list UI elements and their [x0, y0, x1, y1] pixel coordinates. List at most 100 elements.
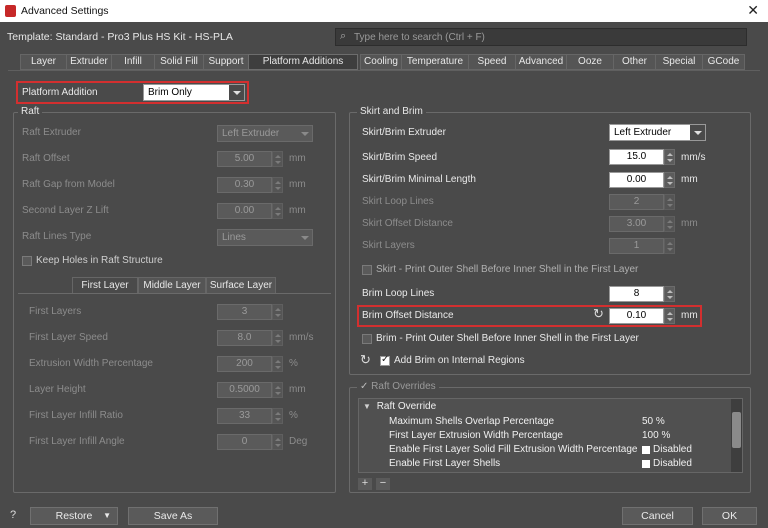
subtab-surface-layer[interactable]: Surface Layer [206, 277, 276, 294]
infill-angle-stepper[interactable] [272, 434, 283, 450]
brim-loop-lines-field[interactable]: 8 [609, 286, 664, 302]
tab-extruder[interactable]: Extruder [66, 54, 112, 70]
raft-overrides-check-icon[interactable]: ✓ [360, 381, 368, 392]
skirt-offset-label: Skirt Offset Distance [362, 218, 453, 229]
add-brim-checkbox[interactable] [380, 354, 390, 366]
tab-other[interactable]: Other [613, 54, 656, 70]
skirt-extruder-select[interactable]: Left Extruder [609, 124, 706, 141]
skirt-offset-field[interactable]: 3.00 [609, 216, 664, 232]
close-icon[interactable]: ✕ [747, 2, 759, 19]
tab-special[interactable]: Special [655, 54, 703, 70]
tree-row[interactable]: Maximum Shells Overlap Percentage 50 % [359, 416, 731, 430]
tab-support[interactable]: Support [203, 54, 249, 70]
expand-arrow-icon[interactable]: ▼ [363, 402, 371, 411]
tab-solid-fill[interactable]: Solid Fill [154, 54, 204, 70]
brim-offset-unit: mm [681, 310, 698, 321]
platform-addition-label: Platform Addition [22, 87, 98, 98]
raft-offset-stepper[interactable] [272, 151, 283, 167]
subtab-middle-layer[interactable]: Middle Layer [138, 277, 206, 294]
row-checkbox[interactable] [642, 460, 650, 468]
raft-gap-stepper[interactable] [272, 177, 283, 193]
layer-height-unit: mm [289, 384, 306, 395]
extrusion-width-stepper[interactable] [272, 356, 283, 372]
second-z-field[interactable]: 0.00 [217, 203, 272, 219]
raft-gap-label: Raft Gap from Model [22, 179, 115, 190]
window-title: Advanced Settings [21, 5, 109, 17]
raft-lines-type-select[interactable]: Lines [217, 229, 313, 246]
tree-row-value: 100 % [642, 430, 671, 441]
overrides-scroll-thumb[interactable] [732, 412, 741, 448]
second-z-stepper[interactable] [272, 203, 283, 219]
extrusion-width-field[interactable]: 200 [217, 356, 272, 372]
skirt-extruder-label: Skirt/Brim Extruder [362, 127, 446, 138]
tree-row[interactable]: Enable First Layer Shells Disabled [359, 458, 731, 472]
row-checkbox[interactable] [642, 446, 650, 454]
tab-gcode[interactable]: GCode [702, 54, 745, 70]
tab-layer[interactable]: Layer [20, 54, 67, 70]
subtab-first-layer[interactable]: First Layer [72, 277, 138, 294]
tree-row-value: Disabled [653, 458, 692, 469]
min-length-field[interactable]: 0.00 [609, 172, 664, 188]
skirt-speed-field[interactable]: 15.0 [609, 149, 664, 165]
skirt-loop-lines-field[interactable]: 2 [609, 194, 664, 210]
first-layers-field[interactable]: 3 [217, 304, 272, 320]
tab-platform-additions[interactable]: Platform Additions [248, 54, 358, 70]
skirt-layers-label: Skirt Layers [362, 240, 415, 251]
template-label: Template: Standard - Pro3 Plus HS Kit - … [7, 31, 233, 43]
reset-icon[interactable]: ↻ [360, 352, 371, 368]
skirt-layers-field[interactable]: 1 [609, 238, 664, 254]
infill-angle-label: First Layer Infill Angle [29, 436, 125, 447]
tab-temperature[interactable]: Temperature [401, 54, 469, 70]
tab-infill[interactable]: Infill [111, 54, 155, 70]
skirt-speed-stepper[interactable] [664, 149, 675, 165]
brim-outer-shell-checkbox[interactable] [362, 334, 372, 344]
layer-height-field[interactable]: 0.5000 [217, 382, 272, 398]
ok-button[interactable]: OK [702, 507, 757, 525]
infill-ratio-stepper[interactable] [272, 408, 283, 424]
tab-speed[interactable]: Speed [468, 54, 516, 70]
platform-addition-select[interactable]: Brim Only [143, 84, 245, 101]
brim-offset-field[interactable]: 0.10 [609, 308, 664, 324]
keep-holes-checkbox[interactable] [22, 256, 32, 266]
tree-group-row[interactable]: ▼ Raft Override [363, 401, 735, 415]
tab-advanced[interactable]: Advanced [515, 54, 567, 70]
remove-override-button[interactable]: − [376, 478, 390, 490]
infill-angle-field[interactable]: 0 [217, 434, 272, 450]
chevron-down-icon [297, 126, 312, 141]
infill-angle-unit: Deg [289, 436, 308, 447]
save-as-button[interactable]: Save As [128, 507, 218, 525]
tab-ooze[interactable]: Ooze [566, 54, 614, 70]
tab-panel-border [8, 70, 760, 71]
brim-loop-lines-stepper[interactable] [664, 286, 675, 302]
raft-offset-field[interactable]: 5.00 [217, 151, 272, 167]
skirt-outer-shell-checkbox[interactable] [362, 265, 372, 275]
tree-row[interactable]: Enable First Layer Solid Fill Extrusion … [359, 444, 731, 458]
skirt-loop-lines-stepper[interactable] [664, 194, 675, 210]
min-length-stepper[interactable] [664, 172, 675, 188]
layer-height-stepper[interactable] [272, 382, 283, 398]
tab-cooling[interactable]: Cooling [360, 54, 402, 70]
tree-row-name: Enable First Layer Solid Fill Extrusion … [389, 444, 638, 455]
first-layers-stepper[interactable] [272, 304, 283, 320]
search-input[interactable]: ⌕ Type here to search (Ctrl + F) [335, 28, 747, 46]
first-speed-field[interactable]: 8.0 [217, 330, 272, 346]
infill-ratio-field[interactable]: 33 [217, 408, 272, 424]
add-override-button[interactable]: + [358, 478, 372, 490]
reset-icon[interactable]: ↻ [593, 306, 604, 322]
first-speed-stepper[interactable] [272, 330, 283, 346]
cancel-button[interactable]: Cancel [622, 507, 693, 525]
first-speed-unit: mm/s [289, 332, 314, 343]
infill-ratio-unit: % [289, 410, 298, 421]
skirt-brim-title: Skirt and Brim [357, 106, 426, 117]
raft-lines-type-label: Raft Lines Type [22, 231, 92, 242]
brim-outer-shell-label: Brim - Print Outer Shell Before Inner Sh… [376, 333, 639, 344]
skirt-offset-stepper[interactable] [664, 216, 675, 232]
restore-button[interactable]: Restore ▼ [30, 507, 118, 525]
tree-row[interactable]: First Layer Extrusion Width Percentage 1… [359, 430, 731, 444]
help-icon[interactable]: ? [10, 509, 16, 521]
raft-gap-field[interactable]: 0.30 [217, 177, 272, 193]
skirt-layers-stepper[interactable] [664, 238, 675, 254]
brim-offset-stepper[interactable] [664, 308, 675, 324]
raft-extruder-select[interactable]: Left Extruder [217, 125, 313, 142]
raft-overrides-title-text: Raft Overrides [371, 381, 436, 392]
